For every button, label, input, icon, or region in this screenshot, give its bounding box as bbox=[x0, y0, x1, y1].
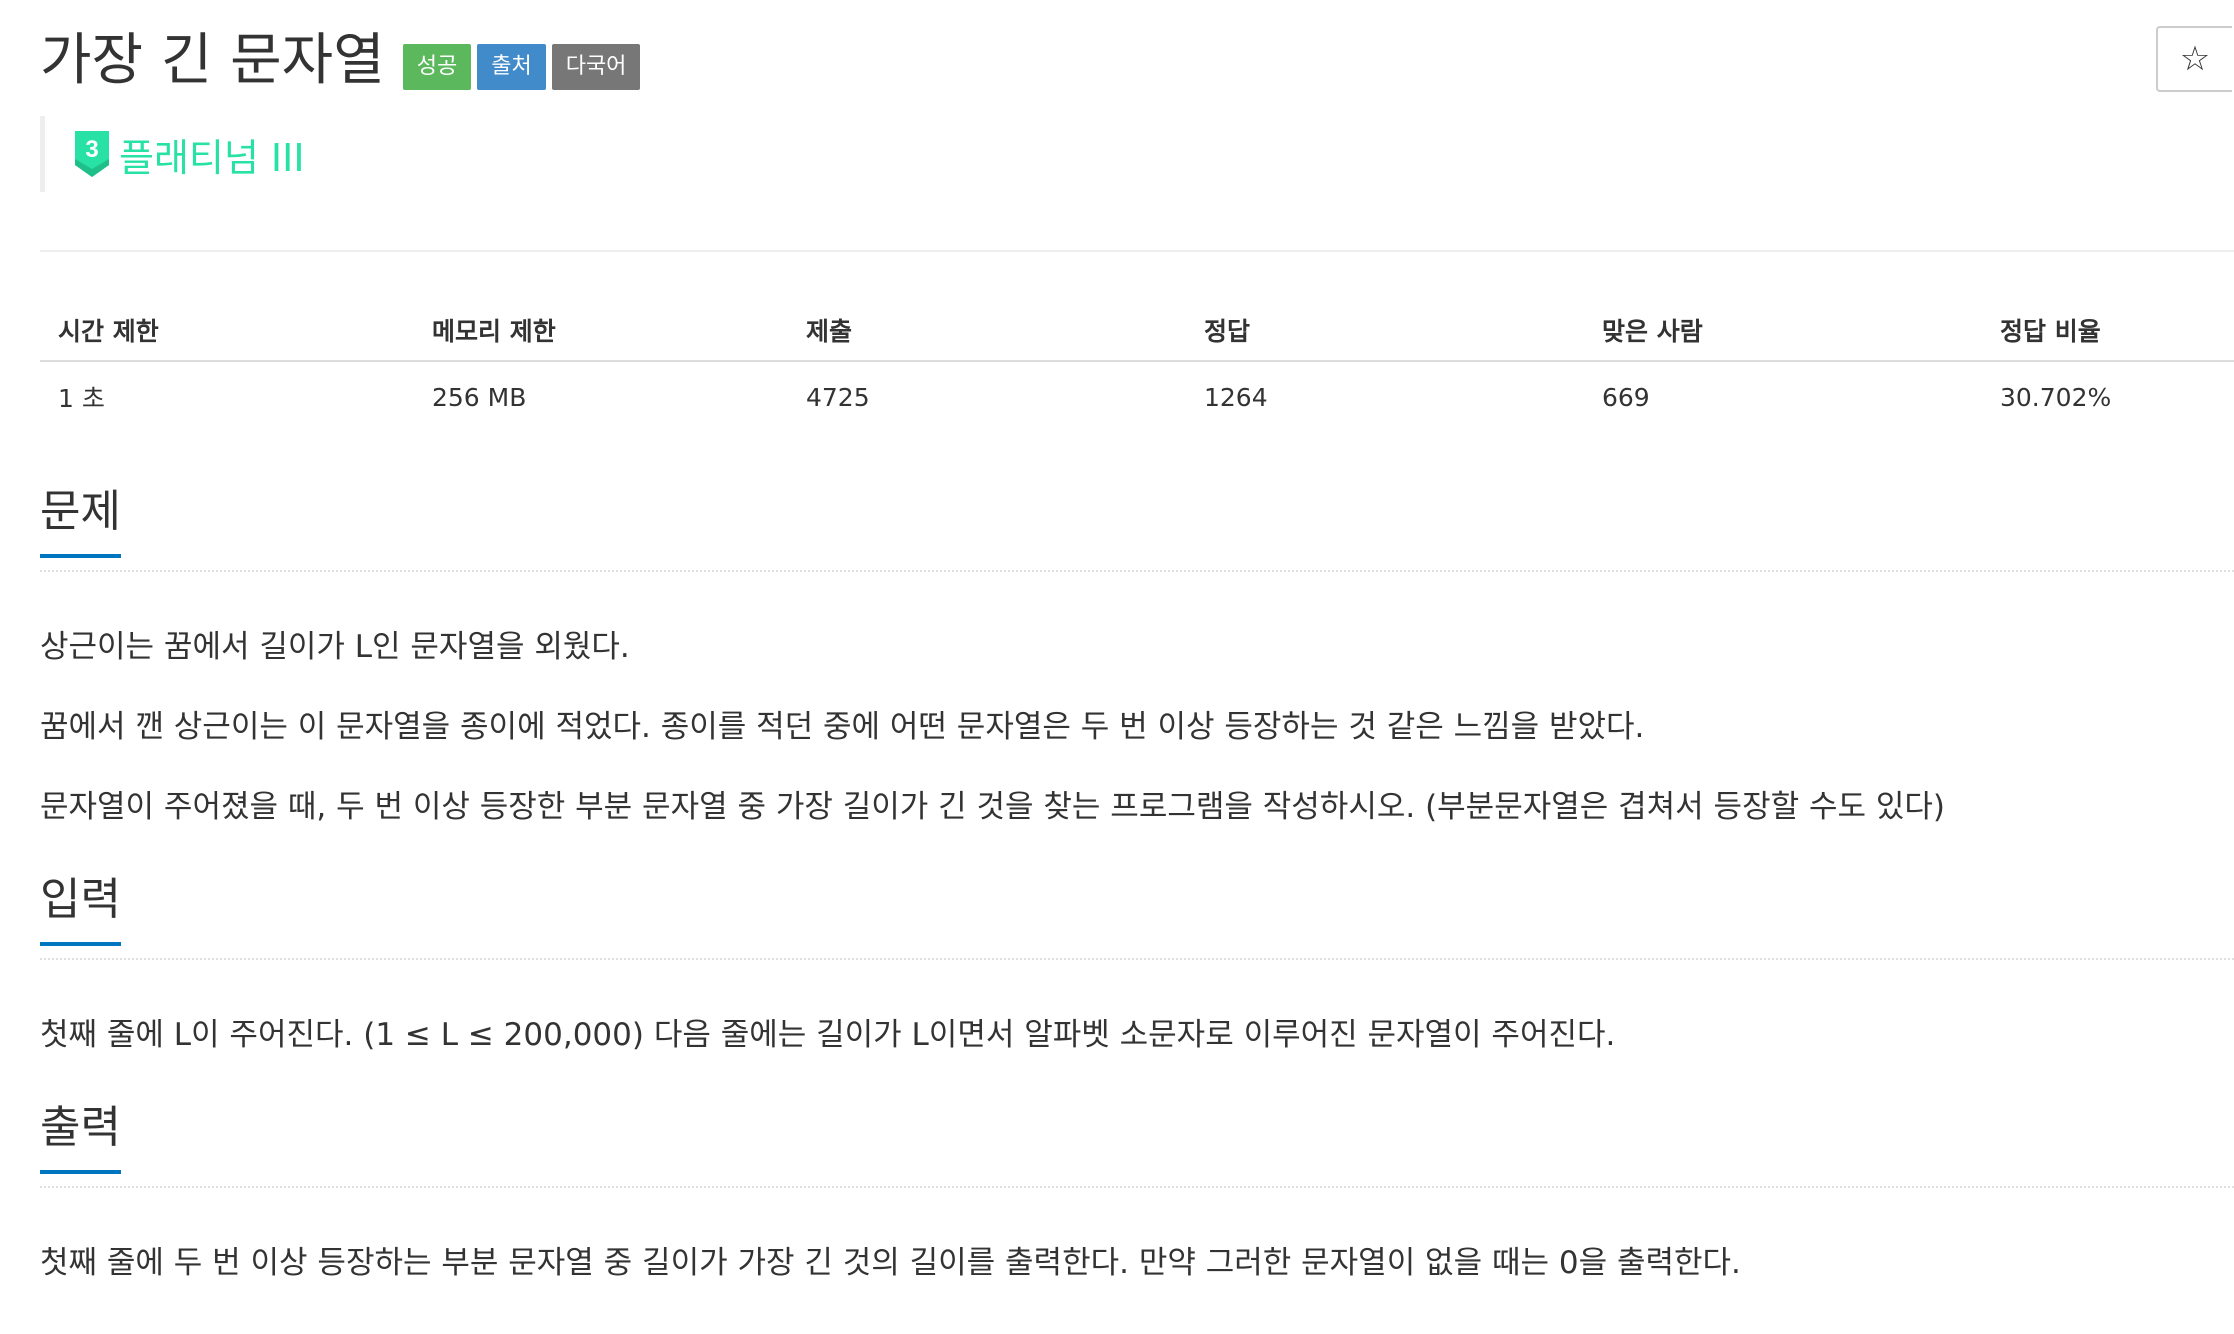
section-rule bbox=[40, 958, 2234, 960]
section-input: 입력 bbox=[40, 870, 2234, 962]
problem-page: 가장 긴 문자열 성공 출처 다국어 ☆ 3 플래티넘 III 시간 제한 메모… bbox=[0, 0, 2234, 1334]
value-solvers: 669 bbox=[1602, 382, 1650, 412]
section-title-input: 입력 bbox=[40, 870, 121, 946]
label-multilingual[interactable]: 다국어 bbox=[551, 44, 641, 90]
header-accepted: 정답 bbox=[1204, 317, 1251, 346]
header-solvers: 맞은 사람 bbox=[1602, 317, 1703, 346]
divider bbox=[40, 250, 2234, 252]
label-success[interactable]: 성공 bbox=[402, 44, 472, 90]
section-head: 문제 bbox=[40, 482, 2234, 574]
problem-paragraph-1: 상근이는 꿈에서 길이가 L인 문자열을 외웠다. bbox=[40, 629, 630, 665]
section-title-problem: 문제 bbox=[40, 482, 121, 558]
tier-badge-icon: 3 bbox=[75, 131, 109, 177]
value-ratio: 30.702% bbox=[2000, 382, 2112, 412]
input-paragraph: 첫째 줄에 L이 주어진다. (1 ≤ L ≤ 200,000) 다음 줄에는 … bbox=[40, 1017, 1616, 1053]
section-problem: 문제 bbox=[40, 482, 2234, 574]
value-time-limit: 1 초 bbox=[58, 384, 105, 413]
tier-text[interactable]: 플래티넘 III bbox=[119, 127, 305, 182]
section-head: 입력 bbox=[40, 870, 2234, 962]
tier-badge-number: 3 bbox=[85, 136, 98, 163]
header-time-limit: 시간 제한 bbox=[58, 317, 159, 346]
section-head: 출력 bbox=[40, 1098, 2234, 1190]
star-icon: ☆ bbox=[2179, 39, 2211, 79]
header-memory-limit: 메모리 제한 bbox=[432, 317, 556, 346]
problem-labels: 성공 출처 다국어 bbox=[402, 44, 641, 90]
problem-paragraph-3: 문자열이 주어졌을 때, 두 번 이상 등장한 부분 문자열 중 가장 길이가 … bbox=[40, 789, 1945, 825]
stats-header-row: 시간 제한 메모리 제한 제출 정답 맞은 사람 정답 비율 bbox=[40, 300, 2234, 362]
label-source[interactable]: 출처 bbox=[477, 44, 546, 90]
header-submissions: 제출 bbox=[806, 317, 853, 346]
output-paragraph: 첫째 줄에 두 번 이상 등장하는 부분 문자열 중 길이가 가장 긴 것의 길… bbox=[40, 1245, 1741, 1281]
value-submissions: 4725 bbox=[806, 382, 870, 412]
header-ratio: 정답 비율 bbox=[2000, 317, 2101, 346]
tier-block: 3 플래티넘 III bbox=[40, 116, 305, 192]
section-output: 출력 bbox=[40, 1098, 2234, 1190]
section-rule bbox=[40, 1186, 2234, 1188]
problem-title: 가장 긴 문자열 bbox=[40, 28, 385, 93]
problem-paragraph-2: 꿈에서 깬 상근이는 이 문자열을 종이에 적었다. 종이를 적던 중에 어떤 … bbox=[40, 709, 1645, 745]
stats-table: 시간 제한 메모리 제한 제출 정답 맞은 사람 정답 비율 1 초 256 M… bbox=[40, 300, 2234, 432]
title-row: 가장 긴 문자열 성공 출처 다국어 bbox=[40, 22, 641, 100]
value-memory-limit: 256 MB bbox=[432, 382, 527, 412]
section-rule bbox=[40, 570, 2234, 572]
stats-value-row: 1 초 256 MB 4725 1264 669 30.702% bbox=[40, 362, 2234, 432]
value-accepted: 1264 bbox=[1204, 382, 1268, 412]
section-title-output: 출력 bbox=[40, 1098, 121, 1174]
favorite-star-button[interactable]: ☆ bbox=[2156, 26, 2232, 92]
